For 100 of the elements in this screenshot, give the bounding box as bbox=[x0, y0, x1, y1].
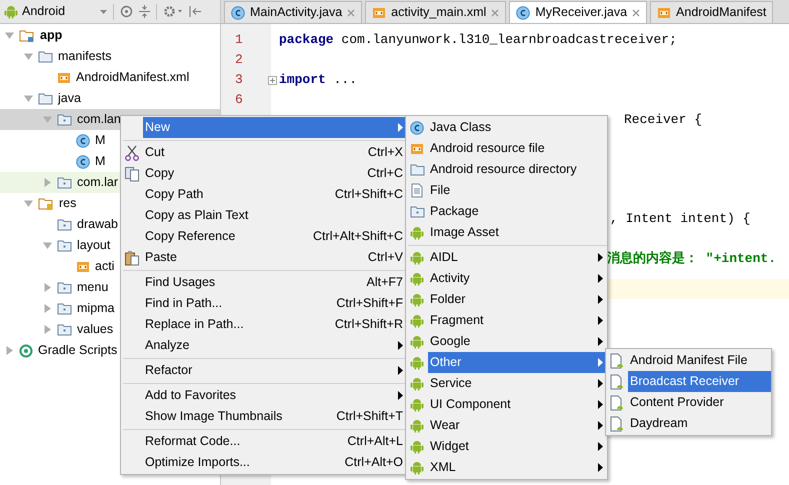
popup-option[interactable]: Image Asset bbox=[428, 222, 607, 243]
folder-icon bbox=[57, 323, 72, 336]
android-icon bbox=[410, 334, 424, 349]
popup-option[interactable]: Android resource file bbox=[428, 138, 607, 159]
popup-option[interactable]: Analyze bbox=[143, 335, 407, 356]
android-icon bbox=[410, 292, 424, 307]
popup-option[interactable]: File bbox=[428, 180, 607, 201]
document-android-icon bbox=[609, 416, 625, 432]
tree-item[interactable]: app bbox=[0, 25, 220, 46]
collapsed-arrow-icon[interactable] bbox=[42, 283, 52, 292]
editor-tab[interactable]: MainActivity.java bbox=[224, 1, 362, 23]
document-android-icon bbox=[609, 352, 625, 368]
popup-option[interactable]: Content Provider bbox=[628, 392, 771, 413]
class-icon bbox=[410, 120, 424, 134]
popup-option[interactable]: Optimize Imports... Ctrl+Alt+O bbox=[143, 452, 407, 473]
tree-item[interactable]: manifests bbox=[0, 46, 220, 67]
popup-option[interactable]: Refactor bbox=[143, 360, 407, 381]
settings-icon[interactable] bbox=[163, 5, 183, 18]
popup-option[interactable]: Java Class bbox=[428, 117, 607, 138]
expanded-arrow-icon[interactable] bbox=[42, 115, 52, 124]
popup-option[interactable]: UI Component bbox=[428, 394, 607, 415]
popup-option[interactable]: Android Manifest File bbox=[628, 350, 771, 371]
android-icon bbox=[410, 313, 424, 328]
close-icon[interactable] bbox=[491, 8, 500, 16]
popup-option[interactable]: Package bbox=[428, 201, 607, 222]
crosshair-icon[interactable] bbox=[120, 5, 133, 18]
android-icon bbox=[410, 271, 424, 286]
popup-option[interactable]: Fragment bbox=[428, 310, 607, 331]
class-icon bbox=[76, 134, 90, 148]
document-android-icon bbox=[609, 394, 625, 410]
view-selector[interactable]: Android bbox=[4, 2, 107, 22]
popup-option[interactable]: Reformat Code... Ctrl+Alt+L bbox=[143, 431, 407, 452]
expanded-arrow-icon[interactable] bbox=[24, 199, 32, 208]
submenu-arrow-icon bbox=[598, 337, 603, 346]
editor-tab[interactable]: MyReceiver.java bbox=[509, 1, 648, 23]
xml-file-icon bbox=[410, 142, 424, 156]
collapsed-arrow-icon[interactable] bbox=[42, 304, 52, 313]
popup-option[interactable]: Find in Path... Ctrl+Shift+F bbox=[143, 293, 407, 314]
xml-file-icon bbox=[372, 6, 386, 20]
dropdown-caret-icon bbox=[100, 10, 107, 14]
fold-icon[interactable] bbox=[268, 76, 277, 84]
editor-tab[interactable]: AndroidManifest bbox=[650, 1, 774, 23]
tree-item[interactable]: java bbox=[0, 88, 220, 109]
popup-option[interactable]: Android resource directory bbox=[428, 159, 607, 180]
popup-option[interactable]: Daydream bbox=[628, 413, 771, 434]
popup-option[interactable]: Replace in Path... Ctrl+Shift+R bbox=[143, 314, 407, 335]
code-line: package com.lanyunwork.l310_learnbroadcastreceiver; bbox=[279, 31, 677, 50]
expanded-arrow-icon[interactable] bbox=[42, 241, 52, 250]
paste-icon bbox=[124, 250, 140, 266]
popup-option[interactable]: Widget bbox=[428, 436, 607, 457]
class-icon bbox=[76, 154, 90, 168]
submenu-arrow-icon bbox=[598, 274, 603, 283]
hide-panel-icon[interactable] bbox=[189, 5, 201, 18]
folder-icon bbox=[57, 218, 72, 231]
popup-option[interactable]: Other bbox=[428, 352, 607, 373]
line-number: 1 bbox=[234, 31, 244, 49]
class-icon bbox=[516, 6, 530, 20]
submenu-arrow-icon bbox=[598, 358, 603, 367]
close-icon[interactable] bbox=[632, 8, 640, 16]
collapse-icon[interactable] bbox=[139, 5, 150, 18]
popup-option[interactable]: Broadcast Receiver bbox=[628, 371, 771, 392]
submenu-arrow-icon bbox=[398, 391, 403, 400]
submenu-arrow-icon bbox=[598, 253, 603, 262]
scissors-icon bbox=[124, 144, 140, 160]
folder-icon bbox=[38, 92, 53, 105]
popup-option[interactable]: Show Image Thumbnails Ctrl+Shift+T bbox=[143, 406, 407, 427]
document-android-icon bbox=[609, 374, 625, 390]
popup-option[interactable]: XML bbox=[428, 457, 607, 478]
editor-tab[interactable]: activity_main.xml bbox=[365, 1, 506, 23]
file-icon bbox=[410, 183, 424, 198]
popup-option[interactable]: New bbox=[143, 117, 407, 138]
popup-option[interactable]: Service bbox=[428, 373, 607, 394]
tree-item[interactable]: AndroidManifest.xml bbox=[0, 67, 220, 88]
submenu-arrow-icon bbox=[398, 123, 403, 132]
popup-option[interactable]: Cut Ctrl+X bbox=[143, 142, 407, 163]
line-number: 6 bbox=[234, 91, 244, 109]
android-icon bbox=[410, 460, 424, 475]
collapsed-arrow-icon[interactable] bbox=[4, 346, 14, 355]
expanded-arrow-icon[interactable] bbox=[4, 31, 14, 40]
popup-option[interactable]: Add to Favorites bbox=[143, 385, 407, 406]
expanded-arrow-icon[interactable] bbox=[24, 52, 32, 61]
popup-option[interactable]: Wear bbox=[428, 415, 607, 436]
popup-option[interactable]: Google bbox=[428, 331, 607, 352]
code-line: import ... bbox=[279, 71, 358, 90]
expanded-arrow-icon[interactable] bbox=[24, 94, 32, 103]
popup-option[interactable]: Copy as Plain Text bbox=[143, 205, 407, 226]
close-icon[interactable] bbox=[347, 8, 356, 16]
popup-option[interactable]: Activity bbox=[428, 268, 607, 289]
submenu-arrow-icon bbox=[598, 400, 603, 409]
collapsed-arrow-icon[interactable] bbox=[42, 178, 52, 187]
popup-option[interactable]: Paste Ctrl+V bbox=[143, 247, 407, 268]
submenu-arrow-icon bbox=[598, 463, 603, 472]
collapsed-arrow-icon[interactable] bbox=[42, 325, 52, 334]
submenu-arrow-icon bbox=[598, 379, 603, 388]
popup-option[interactable]: Find Usages Alt+F7 bbox=[143, 272, 407, 293]
code-line: 消息的内容是： "+intent. bbox=[607, 250, 776, 268]
popup-option[interactable]: Copy Reference Ctrl+Alt+Shift+C bbox=[143, 226, 407, 247]
popup-option[interactable]: Folder bbox=[428, 289, 607, 310]
popup-option[interactable]: AIDL bbox=[428, 247, 607, 268]
submenu-arrow-icon bbox=[398, 366, 403, 375]
